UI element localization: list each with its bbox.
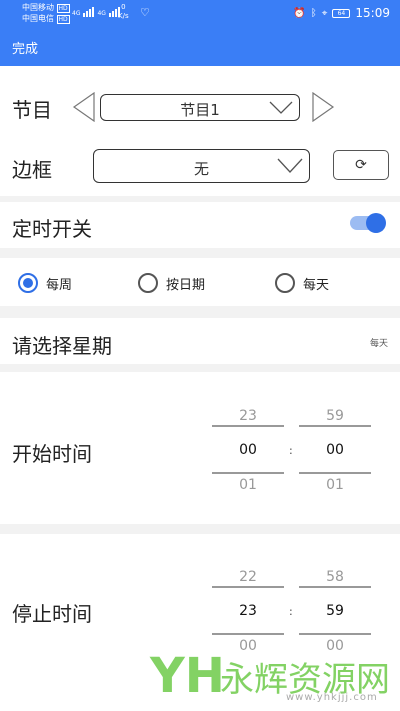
- chevron-down-icon: [269, 101, 293, 114]
- week-select-value: 每天: [369, 339, 388, 349]
- start-hour-next: 01: [239, 477, 257, 493]
- status-bar: 中国移动 HD 中国电信 HD 4G 4G 0 K/s ♡ ⏰ ᛒ ⌖ 64 1…: [0, 0, 400, 28]
- chevron-down-icon: [277, 158, 303, 173]
- alarm-icon: ⏰: [293, 7, 306, 19]
- carrier-1: 中国移动: [22, 3, 54, 12]
- watermark-url: www.yhkjjj.com: [286, 692, 378, 703]
- toggle-knob: [366, 213, 386, 233]
- status-right: ⏰ ᛒ ⌖ 64 15:09: [293, 6, 390, 20]
- start-minute-next: 01: [326, 477, 344, 493]
- picker-divider: [299, 633, 371, 635]
- radio-weekly[interactable]: 每周: [18, 273, 72, 293]
- start-time-colon: :: [289, 444, 293, 457]
- network-speed: 0 K/s: [118, 3, 129, 21]
- border-label: 边框: [12, 158, 52, 182]
- refresh-icon: ⟳: [355, 157, 367, 173]
- next-arrow-icon[interactable]: [311, 92, 335, 122]
- hd-badge-1: HD: [56, 4, 70, 13]
- start-hour-prev: 23: [239, 408, 257, 424]
- radio-daily-label: 每天: [303, 277, 330, 293]
- start-hour-picker[interactable]: 23 00 01: [212, 400, 284, 500]
- stop-minute-prev: 58: [326, 569, 344, 585]
- radio-circle-checked: [18, 273, 38, 293]
- network-type-1: 4G: [72, 10, 81, 17]
- start-time-label: 开始时间: [12, 442, 92, 466]
- stop-hour-current: 23: [239, 603, 257, 619]
- watermark: YH 永辉资源网 www.yhkjjj.com: [150, 648, 390, 708]
- stop-time-colon: :: [289, 605, 293, 618]
- bluetooth-icon: ᛒ: [310, 7, 317, 19]
- radio-by-date[interactable]: 按日期: [138, 273, 205, 293]
- border-select[interactable]: 无: [93, 149, 310, 183]
- stop-time-label: 停止时间: [12, 602, 92, 626]
- picker-divider: [299, 586, 371, 588]
- hd-badge-2: HD: [56, 15, 70, 24]
- prev-arrow-icon[interactable]: [72, 92, 96, 122]
- done-button[interactable]: 完成: [12, 38, 38, 57]
- stop-hour-prev: 22: [239, 569, 257, 585]
- program-select[interactable]: 节目1: [100, 94, 300, 121]
- signal-icon: [83, 5, 95, 17]
- location-icon: ⌖: [321, 7, 328, 19]
- picker-divider: [299, 472, 371, 474]
- heart-icon: ♡: [140, 6, 150, 19]
- battery-icon: 64: [332, 8, 351, 18]
- picker-divider: [212, 472, 284, 474]
- start-hour-current: 00: [239, 442, 257, 458]
- carrier-info: 中国移动 HD 中国电信 HD: [22, 3, 70, 25]
- week-select-label: 请选择星期: [12, 334, 112, 358]
- timer-switch-toggle[interactable]: [350, 213, 386, 233]
- program-label: 节目: [12, 98, 52, 122]
- speed-value: 0: [121, 3, 126, 11]
- clock: 15:09: [355, 6, 390, 20]
- picker-divider: [212, 586, 284, 588]
- stop-minute-current: 59: [326, 603, 344, 619]
- start-minute-current: 00: [326, 442, 344, 458]
- radio-circle: [275, 273, 295, 293]
- radio-by-date-label: 按日期: [166, 277, 206, 293]
- watermark-logo: YH: [150, 648, 225, 704]
- app-bar: 完成: [0, 28, 400, 66]
- start-minute-picker[interactable]: 59 00 01: [299, 400, 371, 500]
- timer-switch-label: 定时开关: [12, 217, 92, 241]
- radio-circle: [138, 273, 158, 293]
- stop-minute-picker[interactable]: 58 59 00: [299, 561, 371, 661]
- picker-divider: [212, 425, 284, 427]
- network-type-2: 4G: [97, 10, 106, 17]
- stop-hour-picker[interactable]: 22 23 00: [212, 561, 284, 661]
- radio-daily[interactable]: 每天: [275, 273, 329, 293]
- speed-unit: K/s: [118, 12, 129, 20]
- picker-divider: [212, 633, 284, 635]
- picker-divider: [299, 425, 371, 427]
- refresh-button[interactable]: ⟳: [333, 150, 389, 180]
- radio-weekly-label: 每周: [46, 277, 73, 293]
- signal-icons: 4G 4G: [72, 5, 120, 17]
- carrier-2: 中国电信: [22, 14, 54, 23]
- start-minute-prev: 59: [326, 408, 344, 424]
